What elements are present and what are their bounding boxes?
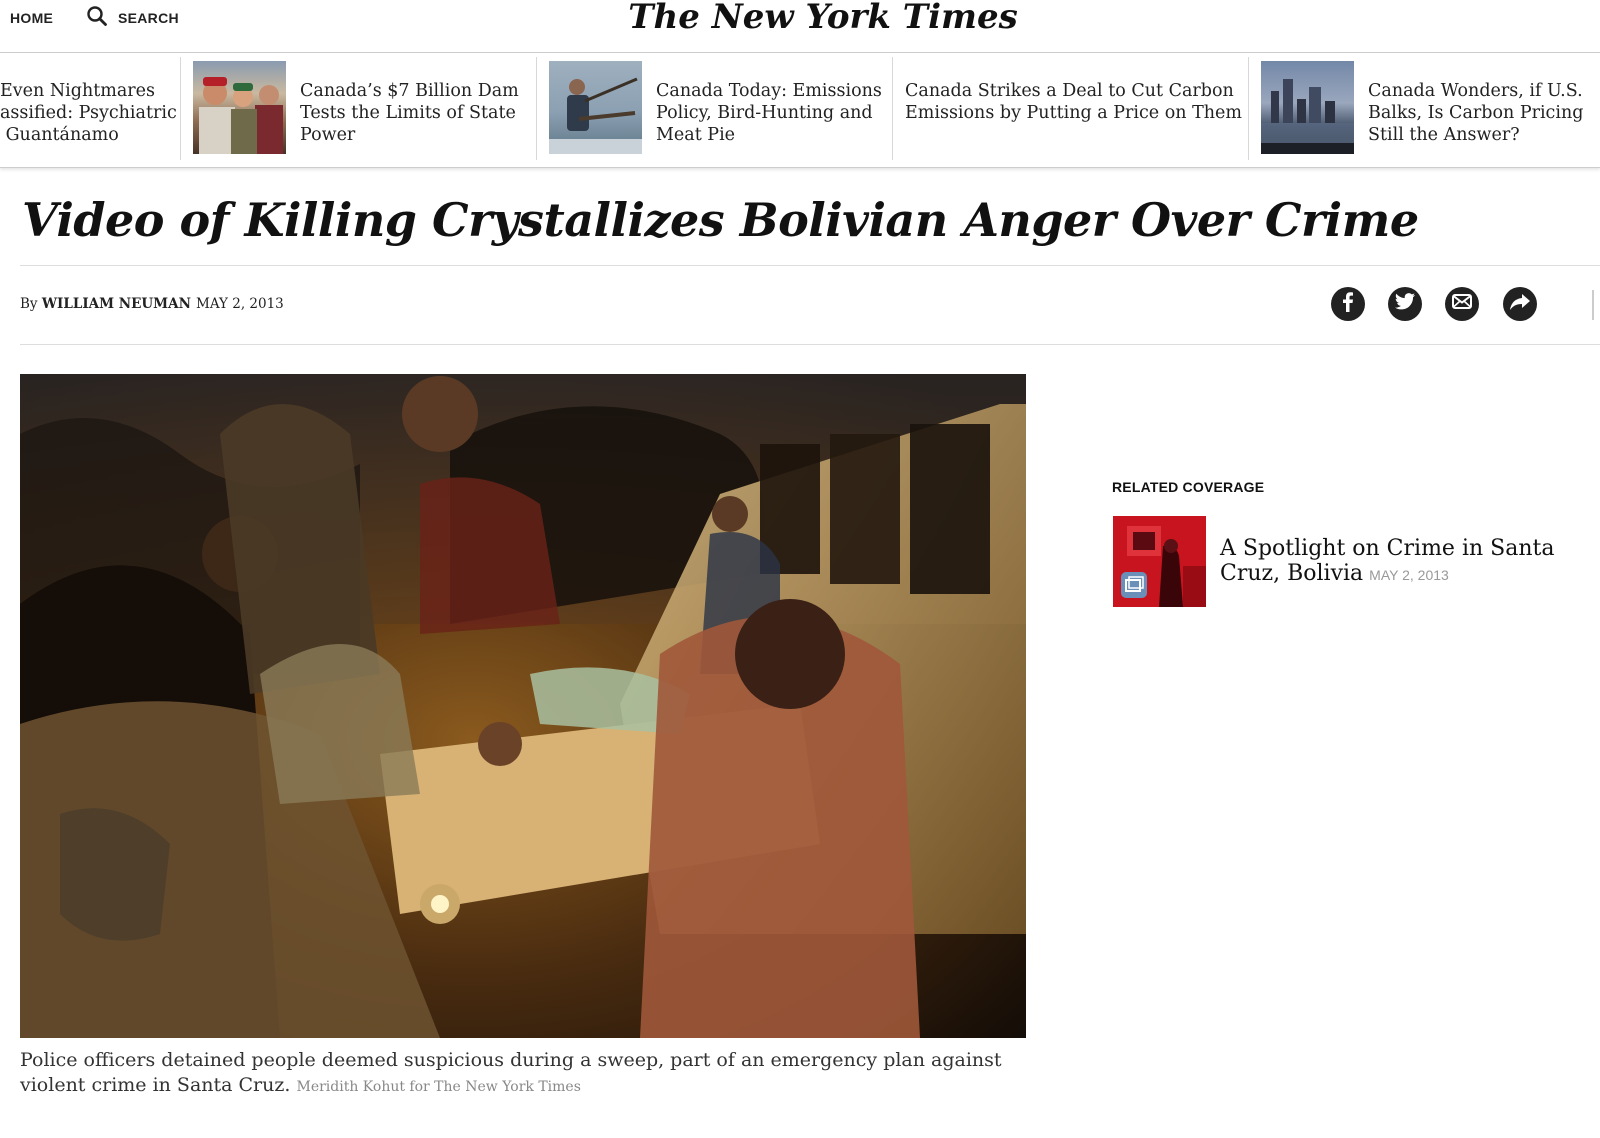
facebook-share-button[interactable]: [1331, 287, 1365, 321]
divider: [20, 265, 1600, 266]
article-headline: Video of Killing Crystallizes Bolivian A…: [22, 193, 1419, 247]
carousel-item-headline: Canada Strikes a Deal to Cut Carbon Emis…: [905, 81, 1242, 123]
byline-prefix: By: [20, 296, 38, 312]
carousel-item[interactable]: Canada’s $7 Billion Dam Tests the Limits…: [181, 53, 537, 167]
carousel-item[interactable]: Even Nightmares assified: Psychiatric Gu…: [0, 53, 181, 167]
carousel-item-headline: Canada’s $7 Billion Dam Tests the Limits…: [300, 81, 519, 145]
related-stories-carousel: Even Nightmares assified: Psychiatric Gu…: [0, 53, 1600, 168]
carousel-item[interactable]: Canada Today: Emissions Policy, Bird-Hun…: [537, 53, 893, 167]
share-arrow-icon: [1510, 293, 1530, 315]
publish-date: MAY 2, 2013: [196, 296, 284, 312]
more-share-button[interactable]: [1503, 287, 1537, 321]
carousel-item-headline: Even Nightmares assified: Psychiatric Gu…: [0, 81, 177, 145]
facebook-icon: [1339, 291, 1357, 317]
byline: By WILLIAM NEUMAN: [20, 296, 191, 312]
divider: [20, 344, 1600, 345]
carousel-item-headline: Canada Today: Emissions Policy, Bird-Hun…: [656, 81, 882, 145]
share-toolbar-edge: [1592, 290, 1594, 320]
carousel-item-thumbnail: [1261, 61, 1354, 154]
author-link[interactable]: WILLIAM NEUMAN: [42, 296, 191, 312]
carousel-item-thumbnail: [549, 61, 642, 154]
carousel-item[interactable]: Canada Strikes a Deal to Cut Carbon Emis…: [893, 53, 1249, 167]
carousel-item[interactable]: Canada Wonders, if U.S. Balks, Is Carbon…: [1249, 53, 1600, 167]
email-share-button[interactable]: [1445, 287, 1479, 321]
top-navigation-bar: HOME SEARCH The New York Times: [0, 0, 1600, 53]
related-thumbnail[interactable]: [1113, 516, 1206, 607]
twitter-icon: [1395, 293, 1415, 315]
email-icon: [1452, 294, 1472, 314]
related-article-link[interactable]: A Spotlight on Crime in Santa Cruz, Boli…: [1220, 536, 1600, 588]
carousel-item-thumbnail: [193, 61, 286, 154]
related-coverage-heading: RELATED COVERAGE: [1112, 479, 1265, 495]
nyt-logo[interactable]: The New York Times: [0, 0, 1600, 37]
photo-credit: Meridith Kohut for The New York Times: [296, 1079, 581, 1095]
related-date: MAY 2, 2013: [1369, 567, 1449, 583]
twitter-share-button[interactable]: [1388, 287, 1422, 321]
carousel-item-headline: Canada Wonders, if U.S. Balks, Is Carbon…: [1368, 81, 1584, 145]
lead-photo[interactable]: [20, 374, 1026, 1038]
photo-caption: Police officers detained people deemed s…: [20, 1048, 1030, 1100]
